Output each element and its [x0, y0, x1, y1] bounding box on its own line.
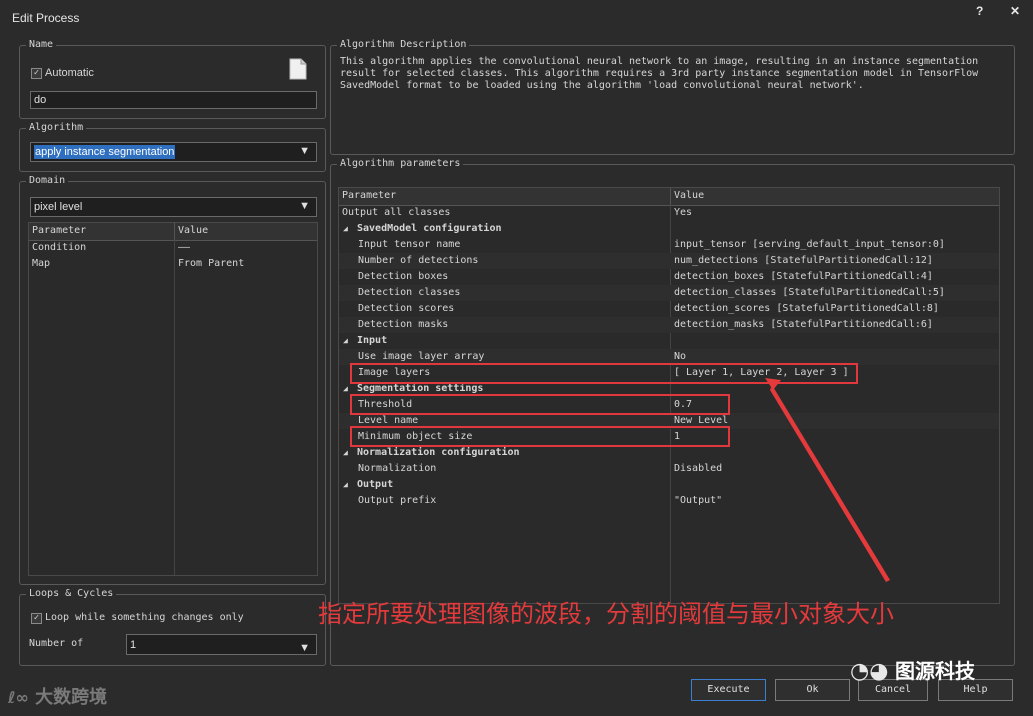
section-row[interactable]: ◢ Input [339, 333, 999, 349]
logo-icon: ℓ∞ [8, 688, 29, 707]
watermark-right: ◔◕ 图源科技 [850, 655, 975, 684]
domain-row-value: —— [178, 242, 191, 253]
section-row[interactable]: ◢ SavedModel configuration [339, 221, 999, 237]
table-row[interactable]: Detection scores detection_scores [Statef… [339, 301, 999, 317]
section-label: SavedModel configuration [357, 223, 502, 234]
param-value[interactable]: Yes [674, 205, 692, 221]
ok-button[interactable]: Ok [775, 679, 850, 701]
automatic-label: Automatic [45, 67, 94, 79]
domain-grid: Parameter Value Condition —— Map From Pa… [28, 222, 318, 576]
description-line: This algorithm applies the convolutional… [340, 56, 979, 67]
execute-button[interactable]: Execute [691, 679, 766, 701]
param-value[interactable]: Disabled [674, 461, 722, 477]
collapse-triangle-icon[interactable]: ◢ [343, 445, 348, 461]
param-value[interactable]: num_detections [StatefulPartitionedCall:… [674, 253, 933, 269]
params-grid-header: Parameter Value [339, 188, 999, 206]
automatic-checkbox[interactable]: ✓ [31, 68, 42, 79]
param-value[interactable]: "Output" [674, 493, 722, 509]
name-input[interactable]: do [30, 91, 317, 109]
table-row[interactable]: Number of detections num_detections [Stat… [339, 253, 999, 269]
param-name: Detection scores [358, 303, 455, 314]
param-name: Input tensor name [358, 239, 461, 250]
document-icon[interactable] [289, 58, 307, 80]
annotation-text: 指定所要处理图像的波段，分割的阈值与最小对象大小 [318, 600, 894, 628]
section-row[interactable]: ◢ Normalization configuration [339, 445, 999, 461]
highlight-image-layers [350, 363, 858, 384]
watermark-left-text: 大数跨境 [35, 687, 108, 708]
params-group: Algorithm parameters Parameter Value Out… [330, 157, 1015, 666]
name-group: Name ✓ Automatic do [19, 38, 326, 119]
description-legend: Algorithm Description [337, 38, 470, 52]
wechat-icon: ◔◕ [850, 659, 889, 684]
section-row[interactable]: ◢ Output [339, 477, 999, 493]
loops-group: Loops & Cycles ✓ Loop while something ch… [19, 587, 326, 666]
loops-legend: Loops & Cycles [26, 587, 117, 601]
domain-selected: pixel level [34, 201, 83, 213]
watermark-right-text: 图源科技 [894, 659, 975, 683]
description-line: result for selected classes. This algori… [340, 68, 979, 79]
name-input-value: do [34, 94, 47, 106]
domain-col-value: Value [178, 225, 209, 236]
section-label: Normalization configuration [357, 447, 520, 458]
help-title-button[interactable]: ? [976, 4, 983, 18]
domain-select[interactable]: pixel level ▼ [30, 197, 317, 217]
param-name: Output prefix [358, 495, 437, 506]
number-of-select[interactable]: 1 ▼ [126, 634, 317, 655]
algorithm-selected: apply instance segmentation [34, 145, 176, 159]
param-name: Normalization [358, 463, 437, 474]
chevron-down-icon: ▼ [299, 642, 310, 654]
table-row[interactable]: Output prefix "Output" [339, 493, 999, 509]
number-of-label: Number of [29, 638, 84, 649]
title-bar: Edit Process ? ✕ [0, 0, 1033, 34]
table-row[interactable]: Detection classes detection_classes [Stat… [339, 285, 999, 301]
section-label: Input [357, 335, 388, 346]
domain-row-value: From Parent [178, 258, 245, 269]
description-group: Algorithm Description This algorithm app… [330, 38, 1015, 155]
highlight-threshold [350, 394, 730, 415]
collapse-triangle-icon[interactable]: ◢ [343, 477, 348, 493]
highlight-minimum-object-size [350, 426, 730, 447]
param-name: Number of detections [358, 255, 479, 266]
domain-group: Domain pixel level ▼ Parameter Value Con… [19, 174, 326, 585]
table-row[interactable]: Detection boxes detection_boxes [Stateful… [339, 269, 999, 285]
algorithm-legend: Algorithm [26, 121, 87, 135]
number-of-value: 1 [130, 639, 137, 651]
description-line: SavedModel format to be loaded using the… [340, 80, 864, 91]
param-value[interactable]: input_tensor [serving_default_input_tens… [674, 237, 945, 253]
param-value[interactable]: detection_boxes [StatefulPartitionedCall… [674, 269, 933, 285]
table-row[interactable]: Normalization Disabled [339, 461, 999, 477]
section-label: Output [357, 479, 394, 490]
algorithm-select[interactable]: apply instance segmentation ▼ [30, 142, 317, 162]
collapse-triangle-icon[interactable]: ◢ [343, 221, 348, 237]
chevron-down-icon: ▼ [299, 145, 310, 157]
table-row[interactable]: Output all classes Yes [339, 205, 999, 221]
name-legend: Name [26, 38, 57, 52]
table-row[interactable]: Input tensor name input_tensor [serving_d… [339, 237, 999, 253]
domain-legend: Domain [26, 174, 69, 188]
params-legend: Algorithm parameters [337, 157, 464, 171]
collapse-triangle-icon[interactable]: ◢ [343, 333, 348, 349]
collapse-triangle-icon[interactable]: ◢ [343, 381, 348, 397]
param-name: Output all classes [342, 207, 451, 218]
param-name: Detection masks [358, 319, 449, 330]
params-col-parameter: Parameter [342, 190, 397, 201]
param-value[interactable]: detection_masks [StatefulPartitionedCall… [674, 317, 933, 333]
domain-grid-header: Parameter Value [29, 223, 317, 241]
window-title: Edit Process [12, 11, 80, 25]
loop-checkbox[interactable]: ✓ [31, 613, 42, 624]
param-name: Detection classes [358, 287, 461, 298]
close-icon[interactable]: ✕ [1010, 4, 1020, 18]
param-value[interactable]: detection_classes [StatefulPartitionedCa… [674, 285, 945, 301]
chevron-down-icon: ▼ [299, 200, 310, 212]
domain-row-param: Condition [32, 242, 87, 253]
watermark-left: ℓ∞ 大数跨境 [8, 683, 107, 709]
loop-label: Loop while something changes only [45, 612, 244, 623]
table-row[interactable]: Detection masks detection_masks [Stateful… [339, 317, 999, 333]
algorithm-group: Algorithm apply instance segmentation ▼ [19, 121, 326, 172]
domain-col-parameter: Parameter [32, 225, 87, 236]
params-col-value: Value [674, 190, 705, 201]
domain-row-param: Map [32, 258, 51, 269]
param-name: Detection boxes [358, 271, 449, 282]
param-value[interactable]: detection_scores [StatefulPartitionedCal… [674, 301, 939, 317]
